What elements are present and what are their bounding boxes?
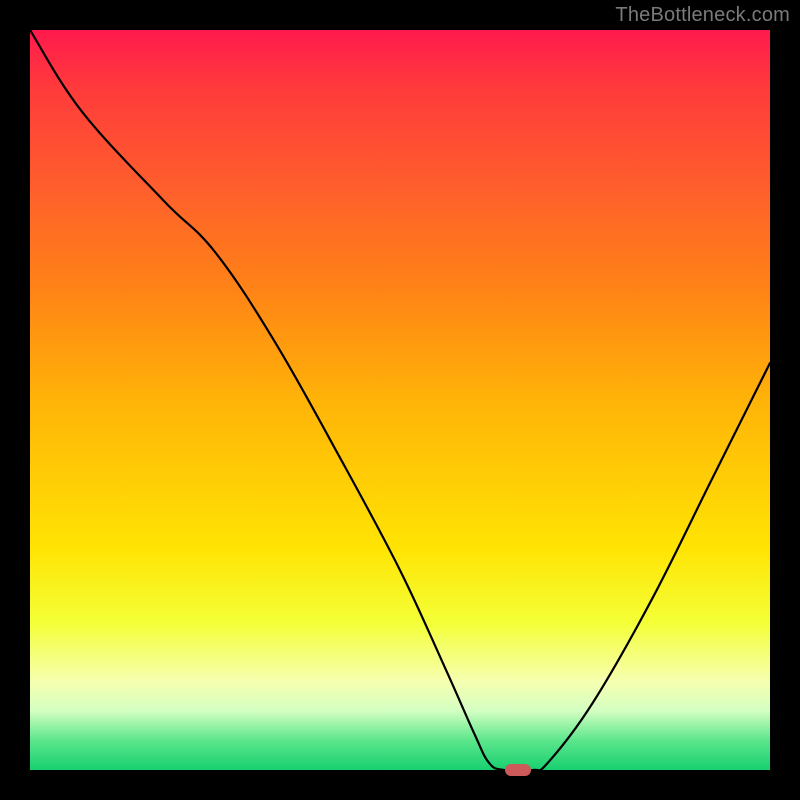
plot-area — [30, 30, 770, 770]
chart-frame: TheBottleneck.com — [0, 0, 800, 800]
watermark-text: TheBottleneck.com — [615, 4, 790, 27]
optimal-marker — [505, 764, 531, 776]
bottleneck-curve — [30, 30, 770, 770]
